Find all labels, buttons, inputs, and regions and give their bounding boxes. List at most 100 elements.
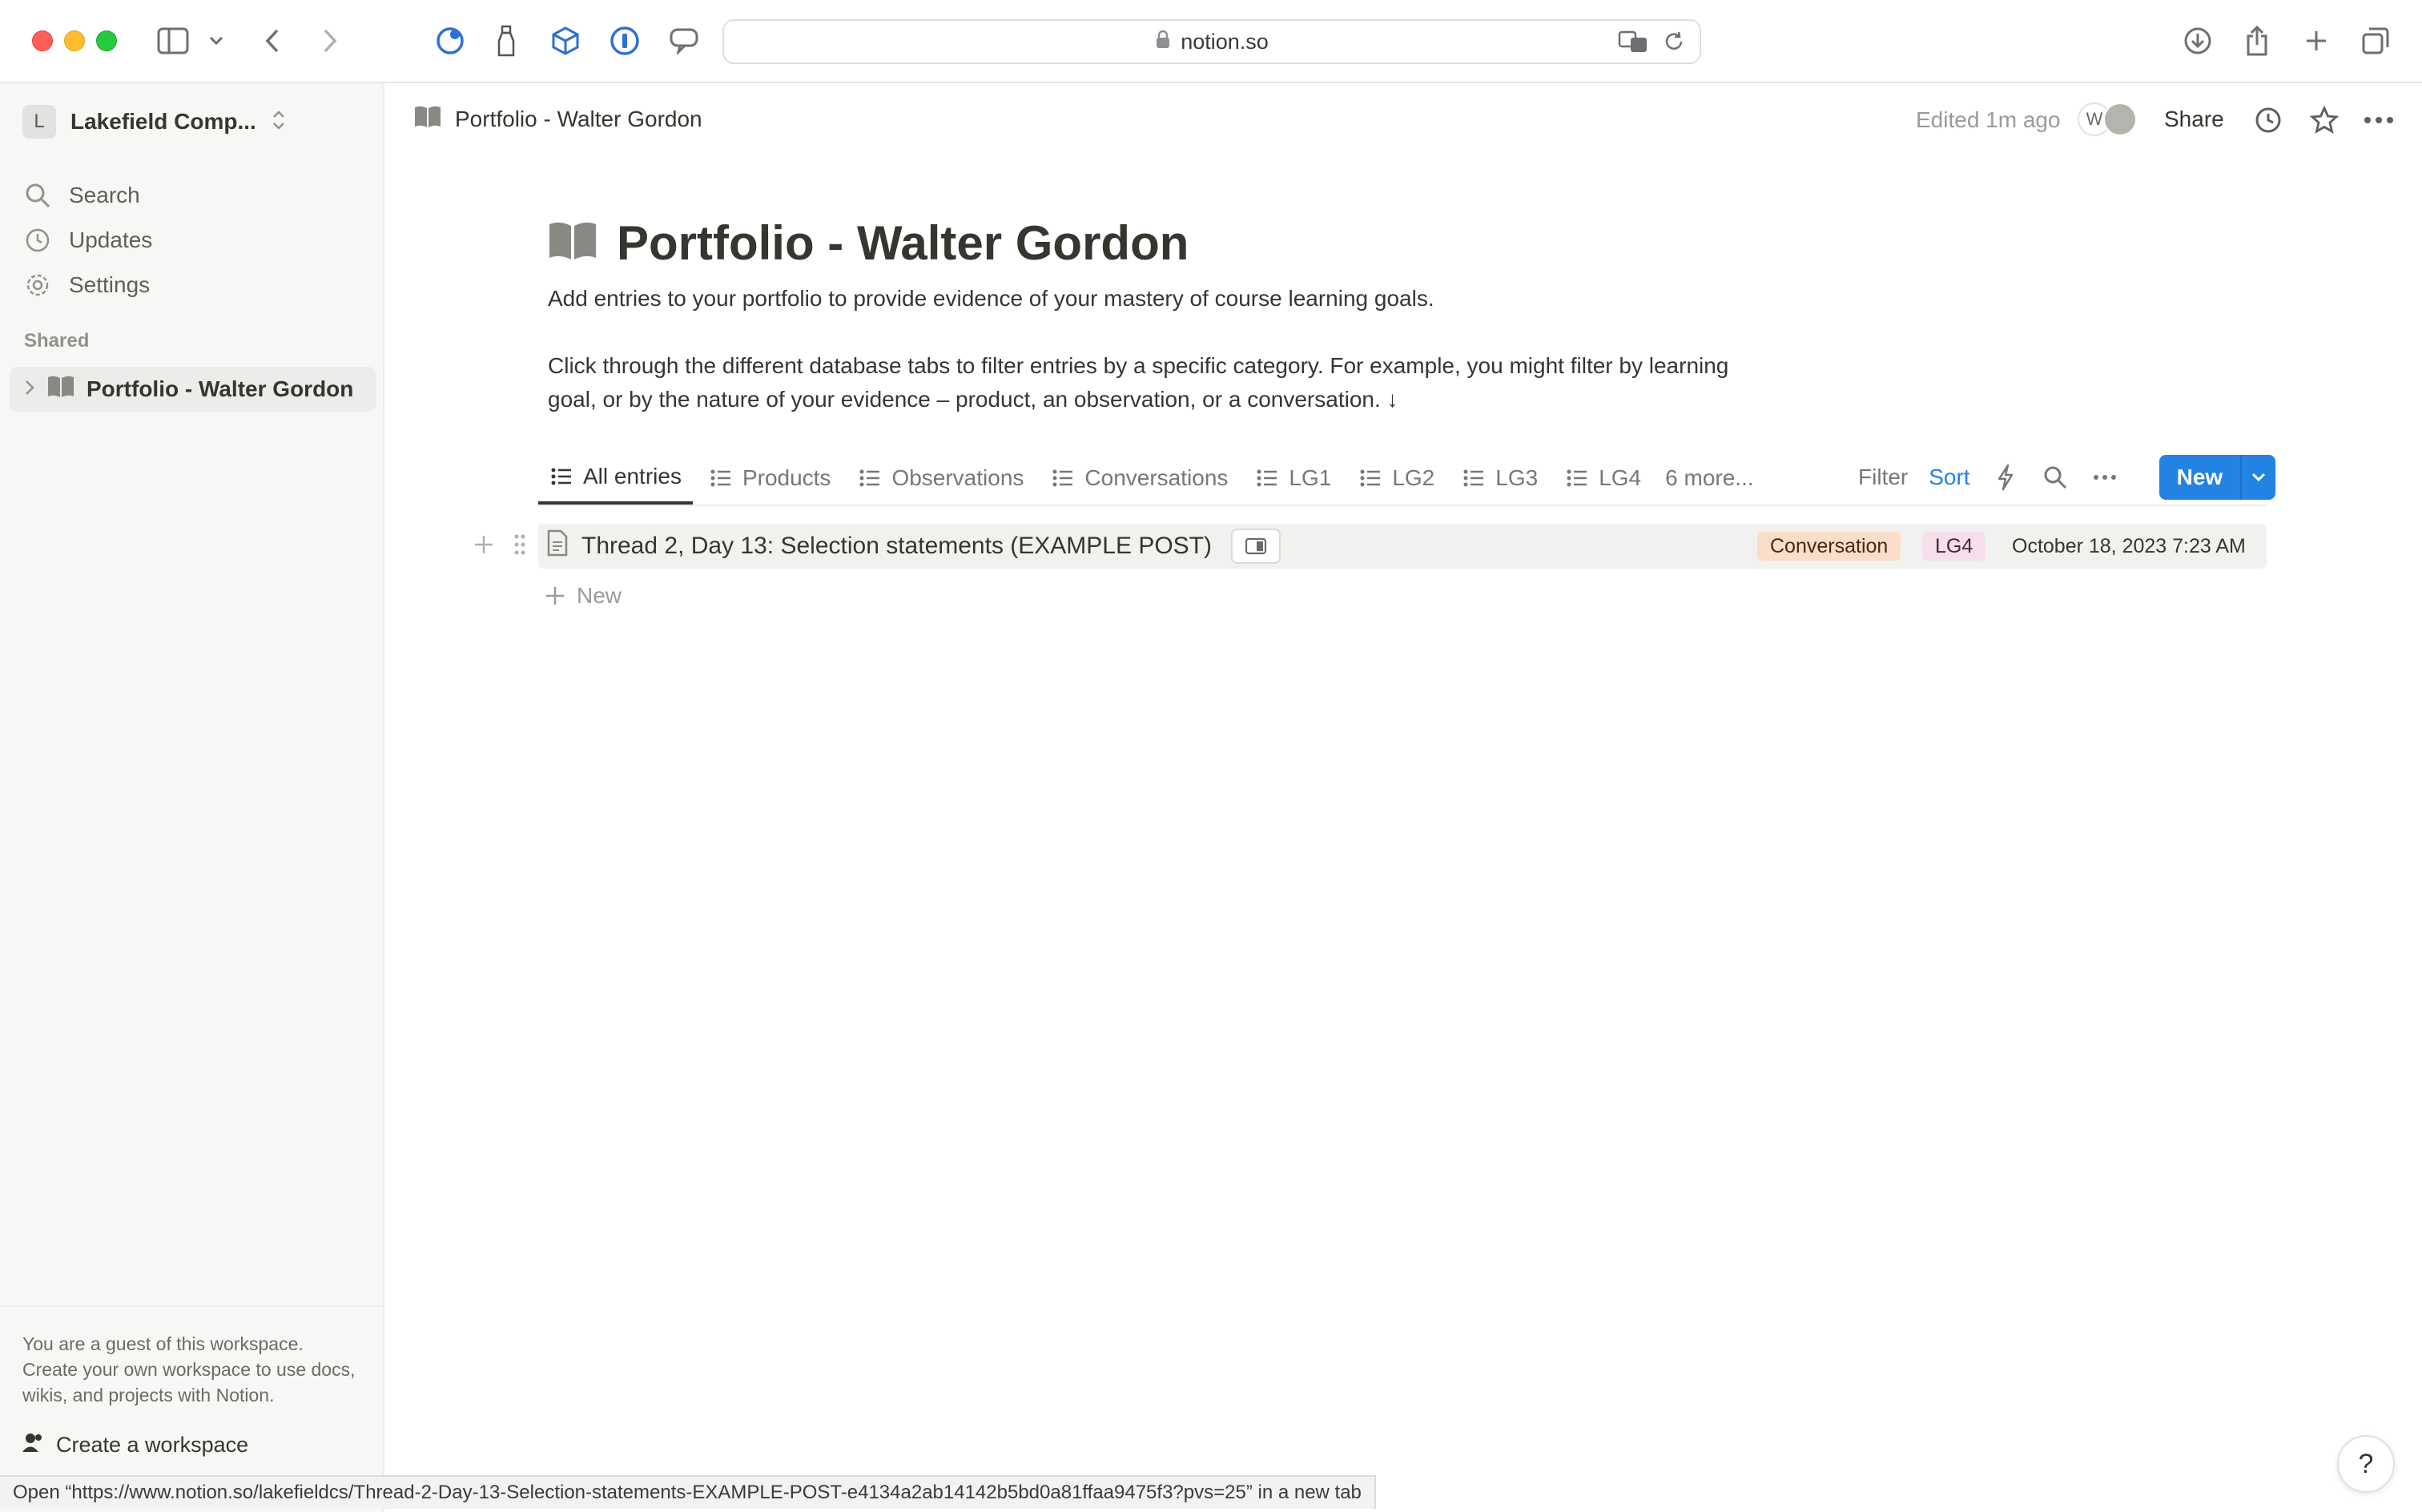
password-manager-icon[interactable] <box>607 22 642 59</box>
tab-observations[interactable]: Observations <box>847 452 1035 505</box>
tab-lg2[interactable]: LG2 <box>1347 452 1446 505</box>
tab-label: LG2 <box>1392 465 1435 490</box>
url-text: notion.so <box>1181 29 1269 54</box>
list-icon <box>710 469 730 487</box>
new-entry-button[interactable]: New <box>2158 455 2241 500</box>
tab-lg1[interactable]: LG1 <box>1244 452 1342 505</box>
tab-label: LG1 <box>1289 465 1332 490</box>
row-title-cell[interactable]: Thread 2, Day 13: Selection statements (… <box>546 524 1281 569</box>
forward-icon[interactable] <box>314 22 346 59</box>
search-icon[interactable] <box>2041 463 2070 492</box>
translate-icon[interactable] <box>1618 27 1648 56</box>
sidebar-item-label: Settings <box>69 272 151 297</box>
tab-label: LG4 <box>1599 465 1642 490</box>
list-icon <box>1463 469 1484 487</box>
people-icon <box>22 1432 45 1458</box>
add-row-icon[interactable] <box>473 533 495 560</box>
sidebar-item-settings[interactable]: Settings <box>24 267 150 303</box>
workspace-switcher[interactable]: L Lakefield Comp... <box>22 104 287 139</box>
minimize-window-button[interactable] <box>64 30 85 51</box>
row-handles <box>473 525 527 567</box>
extension-bottle-icon[interactable] <box>490 22 522 59</box>
close-window-button[interactable] <box>32 30 53 51</box>
list-icon <box>1567 469 1587 487</box>
page-description-instructions[interactable]: Click through the different database tab… <box>548 349 1749 416</box>
plus-icon <box>546 587 564 605</box>
sidebar-item-label: Portfolio - Walter Gordon <box>86 376 354 401</box>
share-button[interactable]: Share <box>2164 103 2224 136</box>
more-options-icon[interactable] <box>2090 463 2119 492</box>
list-icon <box>1052 469 1073 487</box>
back-icon[interactable] <box>256 22 288 59</box>
tab-overview-icon[interactable] <box>2358 22 2393 59</box>
chevron-down-icon[interactable] <box>205 22 227 59</box>
create-workspace-button[interactable]: Create a workspace <box>22 1432 362 1458</box>
avatar-group[interactable]: W <box>2078 101 2137 138</box>
extension-refresh-icon[interactable] <box>432 22 468 59</box>
sidebar-item-search[interactable]: Search <box>24 178 140 213</box>
book-icon <box>46 375 75 404</box>
star-icon[interactable] <box>2307 103 2342 138</box>
guest-message: You are a guest of this workspace. Creat… <box>22 1333 356 1405</box>
workspace-name: Lakefield Comp... <box>70 109 256 134</box>
page-title[interactable]: Portfolio - Walter Gordon <box>617 215 1189 271</box>
list-icon <box>859 469 880 487</box>
tab-label: All entries <box>583 464 682 489</box>
chevron-right-icon[interactable] <box>24 376 35 402</box>
edited-timestamp: Edited 1m ago <box>1916 107 2061 132</box>
extension-cube-icon[interactable] <box>548 22 583 59</box>
share-page-icon[interactable] <box>2239 22 2275 59</box>
breadcrumb[interactable]: Portfolio - Walter Gordon <box>413 101 702 138</box>
extension-chat-icon[interactable] <box>666 22 702 59</box>
sidebar-item-updates[interactable]: Updates <box>24 223 152 258</box>
breadcrumb-label: Portfolio - Walter Gordon <box>455 107 702 131</box>
row-title: Thread 2, Day 13: Selection statements (… <box>581 533 1213 559</box>
new-entry-button-group: New <box>2158 455 2276 500</box>
add-new-row-button[interactable]: New <box>545 578 622 613</box>
type-tag: Conversation <box>1757 532 1901 561</box>
sidebar-item-label: Updates <box>69 227 153 252</box>
page-description-intro[interactable]: Add entries to your portfolio to provide… <box>548 282 1749 316</box>
database-view-tabs: All entries Products Observations Conver… <box>538 452 1762 505</box>
address-bar[interactable]: notion.so <box>722 19 1701 64</box>
chevron-down-icon[interactable] <box>2240 455 2276 500</box>
tabs-divider <box>538 505 2267 506</box>
clock-icon <box>26 228 50 252</box>
sidebar-item-portfolio[interactable]: Portfolio - Walter Gordon <box>10 367 376 412</box>
reload-icon[interactable] <box>1663 27 1685 56</box>
tab-conversations[interactable]: Conversations <box>1040 452 1239 505</box>
zoom-window-button[interactable] <box>96 30 117 51</box>
tab-label: Observations <box>891 465 1024 490</box>
downloads-icon[interactable] <box>2180 22 2215 59</box>
new-tab-icon[interactable] <box>2299 22 2334 59</box>
list-icon <box>1257 469 1277 487</box>
sort-button[interactable]: Sort <box>1929 464 1969 490</box>
page-title-row: Portfolio - Walter Gordon <box>548 210 1189 275</box>
sidebar: L Lakefield Comp... Search Updates Setti… <box>0 83 384 1512</box>
sidebar-item-label: Search <box>69 183 140 207</box>
book-icon <box>413 105 442 135</box>
sidebar-toggle-icon[interactable] <box>154 22 192 59</box>
tab-all-entries[interactable]: All entries <box>538 452 693 505</box>
tab-lg3[interactable]: LG3 <box>1450 452 1549 505</box>
guest-notice: You are a guest of this workspace. Creat… <box>0 1305 384 1458</box>
help-button[interactable]: ? <box>2337 1435 2395 1493</box>
book-icon <box>548 220 597 266</box>
tab-lg4[interactable]: LG4 <box>1554 452 1652 505</box>
more-options-icon[interactable] <box>2361 103 2396 138</box>
open-side-peek-button[interactable] <box>1231 529 1281 564</box>
tab-products[interactable]: Products <box>698 452 843 505</box>
browser-toolbar: notion.so <box>0 0 2422 83</box>
filter-button[interactable]: Filter <box>1858 464 1908 490</box>
database-actions: Filter Sort New <box>1858 453 2276 501</box>
link-status-bar: Open “https://www.notion.so/lakefieldcs/… <box>0 1475 1376 1509</box>
row-date: October 18, 2023 7:23 AM <box>2012 534 2246 557</box>
history-icon[interactable] <box>2251 103 2286 138</box>
list-icon <box>1360 469 1381 487</box>
shared-section-label: Shared <box>24 330 90 352</box>
drag-handle-icon[interactable] <box>513 533 527 561</box>
table-row[interactable]: Thread 2, Day 13: Selection statements (… <box>538 524 2267 569</box>
more-tabs-button[interactable]: 6 more... <box>1657 452 1761 505</box>
automation-icon[interactable] <box>1991 463 2020 492</box>
list-icon <box>551 468 571 485</box>
